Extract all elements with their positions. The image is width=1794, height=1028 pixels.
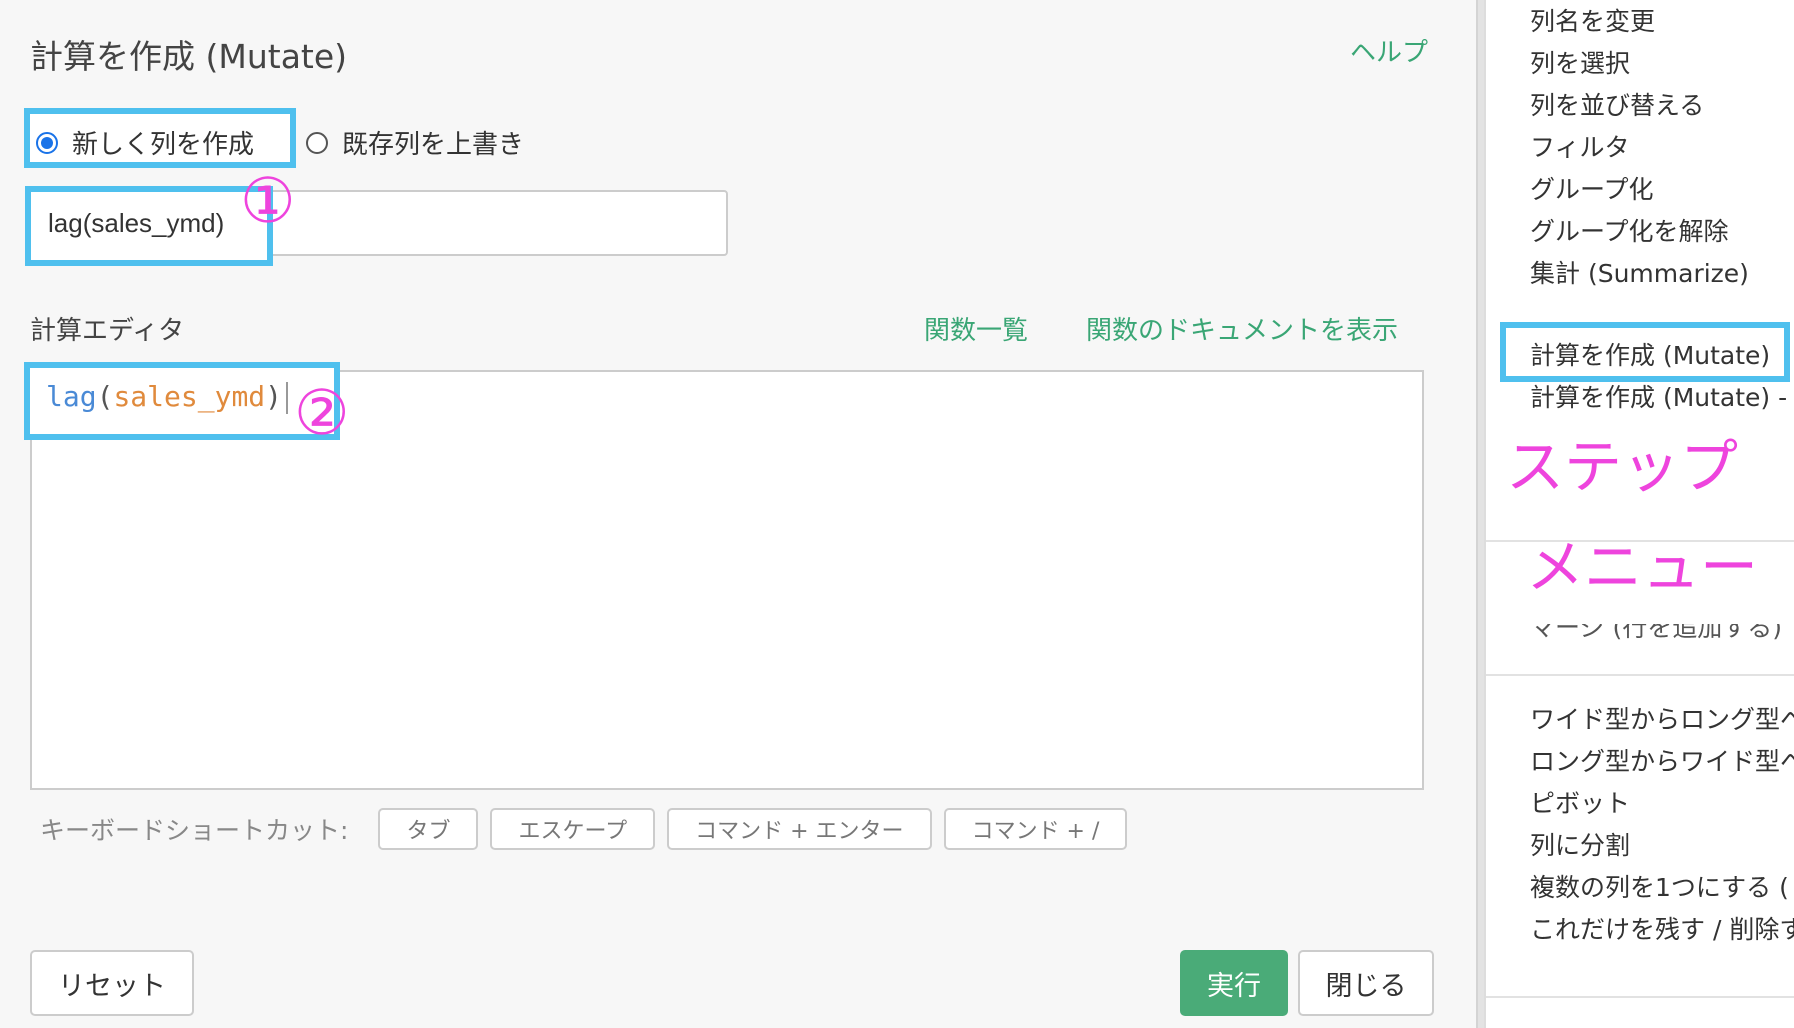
text-caret <box>286 382 289 414</box>
annotation-number-1: ① <box>240 164 296 237</box>
menu-item-filter[interactable]: フィルタ <box>1530 128 1630 164</box>
menu-item-split-column[interactable]: 列に分割 <box>1530 826 1630 862</box>
menu-separator <box>1486 996 1794 998</box>
shortcut-label: キーボードショートカット: <box>40 816 349 845</box>
dialog-title: 計算を作成 (Mutate) <box>30 37 348 76</box>
radio-overwrite-column[interactable]: 既存列を上書き <box>306 124 524 161</box>
menu-item-mutate[interactable]: 計算を作成 (Mutate) <box>1530 336 1770 372</box>
menu-item-group[interactable]: グループ化 <box>1530 170 1654 206</box>
code-function: lag <box>46 380 97 413</box>
shortcut-key-cmd-enter[interactable]: コマンド + エンター <box>667 808 932 850</box>
reset-button[interactable]: リセット <box>30 950 194 1016</box>
radio-new-column[interactable]: 新しく列を作成 <box>36 124 254 161</box>
menu-item-rename[interactable]: 列名を変更 <box>1530 2 1655 38</box>
mutate-dialog: 計算を作成 (Mutate) ヘルプ 新しく列を作成 既存列を上書き lag(s… <box>0 0 1476 1028</box>
shortcut-key-cmd-slash[interactable]: コマンド + / <box>943 808 1128 850</box>
menu-item-wide-to-long[interactable]: ワイド型からロング型へ <box>1530 700 1794 736</box>
radio-new-column-label: 新しく列を作成 <box>72 130 255 160</box>
menu-item-keep-remove[interactable]: これだけを残す / 削除す <box>1530 910 1794 946</box>
radio-overwrite-column-label: 既存列を上書き <box>342 130 525 160</box>
menu-separator <box>1486 674 1794 676</box>
menu-item-mutate-multi[interactable]: 計算を作成 (Mutate) - 複 <box>1530 378 1794 414</box>
run-button[interactable]: 実行 <box>1180 950 1288 1016</box>
function-doc-link[interactable]: 関数のドキュメントを表示 <box>1086 310 1398 347</box>
step-menu-panel: 列名を変更 列を選択 列を並び替える フィルタ グループ化 グループ化を解除 集… <box>1484 0 1794 1028</box>
close-button[interactable]: 閉じる <box>1298 950 1434 1016</box>
column-name-value[interactable]: lag(sales_ymd) <box>48 208 224 239</box>
shortcut-row: キーボードショートカット: タブ エスケープ コマンド + エンター コマンド … <box>40 808 1139 850</box>
menu-item-unite-columns[interactable]: 複数の列を1つにする ( <box>1530 868 1789 904</box>
code-argument: sales_ymd <box>113 380 266 413</box>
radio-checked-icon[interactable] <box>36 131 58 154</box>
editor-label: 計算エディタ <box>30 316 185 346</box>
function-list-link[interactable]: 関数一覧 <box>924 310 1028 347</box>
menu-item-ungroup[interactable]: グループ化を解除 <box>1530 212 1729 248</box>
menu-item-select[interactable]: 列を選択 <box>1530 44 1630 80</box>
menu-item-summarize[interactable]: 集計 (Summarize) <box>1530 254 1749 290</box>
menu-item-pivot[interactable]: ピボット <box>1530 784 1630 820</box>
radio-unchecked-icon[interactable] <box>306 131 328 154</box>
code-line[interactable]: lag(sales_ymd) <box>46 380 289 414</box>
code-close-paren: ) <box>265 380 283 413</box>
menu-item-long-to-wide[interactable]: ロング型からワイド型へ <box>1530 742 1794 778</box>
code-open-paren: ( <box>96 380 114 413</box>
shortcut-key-tab[interactable]: タブ <box>378 808 479 850</box>
annotation-number-2: ② <box>294 376 350 449</box>
annotation-menu-text: メニュー <box>1526 533 1759 601</box>
help-link[interactable]: ヘルプ <box>1350 32 1428 69</box>
menu-item-merge-partial[interactable]: マージ (行を追加する) <box>1530 624 1782 644</box>
panel-divider[interactable] <box>1476 0 1484 1028</box>
annotation-step-text: ステップ <box>1506 433 1739 501</box>
page: 計算を作成 (Mutate) ヘルプ 新しく列を作成 既存列を上書き lag(s… <box>0 0 1794 1028</box>
shortcut-key-escape[interactable]: エスケープ <box>490 808 656 850</box>
menu-item-reorder[interactable]: 列を並び替える <box>1530 86 1704 122</box>
